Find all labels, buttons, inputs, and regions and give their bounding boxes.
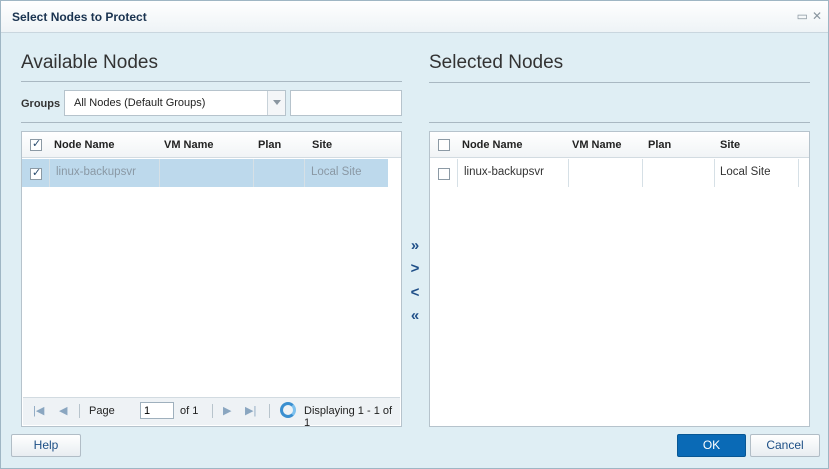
last-page-icon[interactable]: ▶| [245, 404, 256, 417]
cancel-button[interactable]: Cancel [750, 434, 820, 457]
column-site[interactable]: Site [312, 139, 332, 151]
remove-button[interactable]: < [405, 284, 425, 301]
row-site: Local Site [720, 166, 771, 178]
previous-page-icon[interactable]: ◀ [59, 404, 67, 417]
first-page-icon[interactable]: |◀ [33, 404, 44, 417]
refresh-icon[interactable] [280, 402, 296, 418]
available-filter-rule [21, 122, 402, 123]
add-button[interactable]: > [405, 260, 425, 277]
selected-nodes-grid: Node Name VM Name Plan Site linux-backup… [429, 131, 810, 427]
help-button[interactable]: Help [11, 434, 81, 457]
add-all-button[interactable]: » [405, 237, 425, 254]
selected-filter-rule [429, 122, 810, 123]
available-nodes-grid: Node Name VM Name Plan Site linux-backup… [21, 131, 402, 429]
row-checkbox[interactable] [438, 168, 450, 180]
ok-button[interactable]: OK [677, 434, 746, 457]
dialog-titlebar[interactable]: Select Nodes to Protect ▭ ✕ [1, 1, 828, 33]
page-number-input[interactable] [140, 402, 174, 419]
next-page-icon[interactable]: ▶ [223, 404, 231, 417]
selected-title-rule [429, 82, 810, 83]
available-nodes-title: Available Nodes [21, 52, 158, 73]
column-vm-name[interactable]: VM Name [164, 139, 214, 151]
restore-icon[interactable]: ▭ [797, 9, 808, 23]
available-title-rule [21, 81, 402, 82]
selected-select-all-checkbox[interactable] [438, 139, 450, 151]
page-label: Page [89, 405, 115, 417]
row-site: Local Site [311, 166, 362, 178]
displaying-status: Displaying 1 - 1 of 1 [304, 405, 393, 429]
node-search-input[interactable] [290, 90, 402, 116]
groups-combobox[interactable]: All Nodes (Default Groups) [64, 90, 286, 116]
available-select-all-checkbox[interactable] [30, 137, 42, 151]
column-site[interactable]: Site [720, 139, 740, 151]
dialog-title: Select Nodes to Protect [12, 10, 147, 24]
selected-grid-header: Node Name VM Name Plan Site [430, 132, 809, 158]
row-node-name: linux-backupsvr [464, 166, 544, 178]
remove-all-button[interactable]: « [405, 307, 425, 324]
column-plan[interactable]: Plan [258, 139, 281, 151]
available-grid-header: Node Name VM Name Plan Site [22, 132, 401, 158]
groups-label: Groups [21, 98, 61, 110]
column-plan[interactable]: Plan [648, 139, 671, 151]
column-node-name[interactable]: Node Name [54, 139, 115, 151]
select-nodes-dialog: Select Nodes to Protect ▭ ✕ Available No… [0, 0, 829, 469]
table-row[interactable]: linux-backupsvr Local Site [430, 159, 799, 187]
chevron-down-icon[interactable] [267, 91, 285, 115]
table-row[interactable]: linux-backupsvr Local Site [22, 159, 388, 187]
close-icon[interactable]: ✕ [812, 9, 822, 23]
grid-pager: |◀ ◀ Page of 1 ▶ ▶| Displaying 1 - 1 of … [23, 397, 400, 429]
column-node-name[interactable]: Node Name [462, 139, 523, 151]
row-checkbox[interactable] [30, 166, 42, 180]
title-icons: ▭ ✕ [797, 9, 822, 23]
selected-nodes-title: Selected Nodes [429, 52, 564, 73]
groups-combobox-value: All Nodes (Default Groups) [74, 97, 206, 109]
column-vm-name[interactable]: VM Name [572, 139, 622, 151]
page-count-label: of 1 [180, 405, 199, 417]
row-node-name: linux-backupsvr [56, 166, 136, 178]
